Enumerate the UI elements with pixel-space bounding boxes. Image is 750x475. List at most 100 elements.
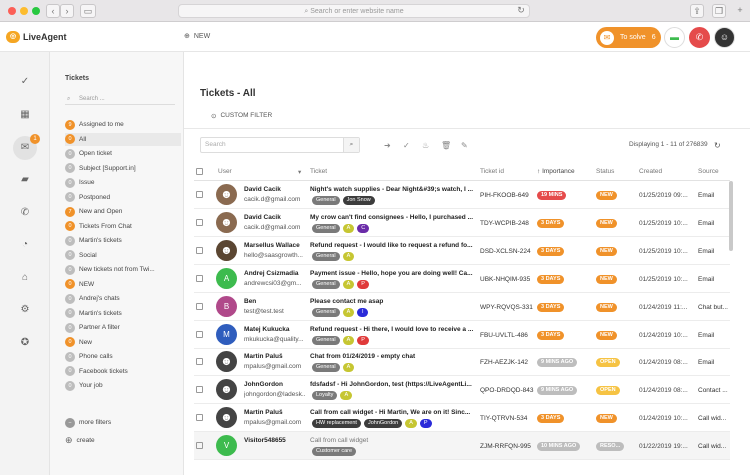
sidebar-filter-item[interactable]: 0 New tickets not from Twi... — [65, 263, 181, 276]
tabs-icon[interactable]: ❐ — [712, 4, 726, 18]
address-bar[interactable]: ⌕ Search or enter website name — [178, 4, 530, 18]
ticket-tag[interactable]: Jon Snow — [342, 196, 375, 205]
ticket-tag[interactable]: Customer care — [312, 447, 357, 457]
ticket-tag[interactable]: General — [312, 279, 340, 289]
ticket-row[interactable]: ☻ Martin Paluš mpalus@gmail.com Call from c… — [194, 404, 730, 433]
row-checkbox[interactable] — [196, 414, 203, 422]
reports-icon[interactable]: ◔ — [13, 233, 37, 257]
ticket-tag[interactable]: Loyalty — [312, 391, 338, 401]
create-filter-link[interactable]: ⊕ create — [65, 434, 181, 447]
filter-search-input[interactable]: ⌕ Search ... — [65, 93, 175, 105]
ticket-subject[interactable]: Call from call widget - Hi Martin, We ar… — [310, 409, 476, 416]
close-window-button[interactable] — [8, 7, 16, 15]
row-checkbox[interactable] — [196, 442, 203, 450]
ticket-tag[interactable]: General — [312, 363, 340, 373]
new-button[interactable]: ⊕ NEW — [184, 32, 210, 41]
sidebar-filter-item[interactable]: 0 Martin's tickets — [65, 234, 181, 247]
more-filters-link[interactable]: − more filters — [65, 416, 181, 429]
to-solve-button[interactable]: ✉ To solve 6 — [596, 27, 661, 48]
ticket-row[interactable]: B Ben test@test.test Please contact me asap… — [194, 293, 730, 321]
ticket-tag[interactable]: C — [357, 223, 370, 233]
ticket-tag[interactable]: A — [342, 335, 355, 345]
dashboard-icon[interactable]: ▦ — [13, 103, 37, 127]
ticket-subject[interactable]: Refund request - I would like to request… — [310, 242, 476, 249]
tickets-icon[interactable]: ✉ 1 — [13, 134, 40, 160]
user-avatar[interactable]: ☺ — [714, 27, 735, 48]
ticket-tag[interactable]: P — [419, 419, 432, 429]
sidebar-filter-item[interactable]: 0 Open ticket — [65, 147, 181, 160]
sidebar-filter-item[interactable]: 0 Tickets From Chat — [65, 220, 181, 233]
chat-icon[interactable]: ▰ — [13, 168, 37, 192]
magic-icon[interactable]: ✎ — [461, 141, 468, 150]
reload-icon[interactable]: ↻ — [514, 4, 528, 18]
ticket-subject[interactable]: Chat from 01/24/2019 - empty chat — [310, 353, 476, 360]
ticket-subject[interactable]: fdsfadsf - Hi JohnGordon, test (https://… — [310, 381, 476, 388]
row-checkbox[interactable] — [196, 218, 203, 226]
row-checkbox[interactable] — [196, 246, 203, 254]
ticket-subject[interactable]: Call from call widget — [310, 437, 476, 444]
refresh-icon[interactable]: ↻ — [714, 141, 721, 150]
ticket-tag[interactable]: I — [357, 307, 369, 317]
row-checkbox[interactable] — [196, 358, 203, 366]
phone-icon[interactable]: ✆ — [13, 201, 37, 225]
liveagent-logo[interactable]: ◎ LiveAgent — [6, 31, 67, 43]
ticket-row[interactable]: ☻ Martin Paluš mpalus@gmail.com Chat from 0… — [194, 348, 730, 377]
sidebar-filter-item[interactable]: 0 Postponed — [65, 191, 181, 204]
knowledgebase-icon[interactable]: ⌂ — [13, 266, 37, 290]
delete-icon[interactable]: 🗑 — [441, 141, 451, 150]
sidebar-filter-item[interactable]: 0 Martin's tickets — [65, 307, 181, 320]
sidebar-filter-item[interactable]: 7 New and Open — [65, 205, 181, 218]
forward-icon[interactable]: ➜ — [384, 141, 391, 150]
ticket-row[interactable]: V Visitor548655 Call from call widget Custo… — [194, 432, 730, 461]
ticket-row[interactable]: ☻ David Cacik cacik.d@gmail.com My crow can… — [194, 209, 730, 237]
priority-icon[interactable]: ♨ — [422, 141, 429, 150]
sidebar-filter-item[interactable]: 0 Andrej's chats — [65, 292, 181, 305]
ticket-search-input[interactable]: Search ⌕ — [200, 137, 360, 153]
row-checkbox[interactable] — [196, 274, 203, 282]
sidebar-filter-item[interactable]: 0 Your job — [65, 379, 181, 392]
ticket-tag[interactable]: A — [405, 419, 417, 429]
column-importance[interactable]: ↑ Importance — [537, 168, 575, 175]
sidebar-toggle-icon[interactable]: ▭ — [80, 4, 96, 18]
sidebar-filter-item[interactable]: 0 Facebook tickets — [65, 365, 181, 378]
share-icon[interactable]: ⇪ — [690, 4, 704, 18]
sidebar-filter-item[interactable]: 0 Partner A filter — [65, 321, 181, 334]
ticket-tag[interactable]: A — [342, 223, 355, 233]
resolve-icon[interactable]: ✓ — [403, 141, 410, 150]
ticket-row[interactable]: ☻ David Cacik cacik.d@gmail.com Night's wat… — [194, 181, 730, 209]
sidebar-filter-item[interactable]: 0 NEW — [65, 278, 181, 291]
ticket-tag[interactable]: General — [312, 223, 340, 233]
ticket-tag[interactable]: General — [312, 335, 340, 345]
ticket-subject[interactable]: Please contact me asap — [310, 298, 476, 305]
sidebar-filter-item[interactable]: 0 Social — [65, 249, 181, 262]
ticket-row[interactable]: ☻ JohnGordon johngordon@ladesk... fdsfadsf … — [194, 376, 730, 405]
ticket-subject[interactable]: Refund request - Hi there, I would love … — [310, 326, 476, 333]
table-scrollbar[interactable] — [729, 181, 733, 251]
ticket-tag[interactable]: General — [312, 251, 340, 261]
column-created[interactable]: Created — [639, 168, 662, 175]
custom-filter-button[interactable]: ⊙ CUSTOM FILTER — [211, 112, 272, 120]
row-checkbox[interactable] — [196, 191, 203, 198]
ticket-row[interactable]: M Matej Kukucka mkukucka@quality... Refund … — [194, 321, 730, 349]
ticket-tag[interactable]: General — [312, 196, 340, 205]
ticket-subject[interactable]: Night's watch supplies - Dear Night&#39;… — [310, 186, 476, 193]
column-ticket-id[interactable]: Ticket id — [480, 168, 504, 175]
ticket-row[interactable]: A Andrej Csizmadia andrewcsi03@gm... Paymen… — [194, 265, 730, 293]
zoom-window-button[interactable] — [32, 7, 40, 15]
ticket-tag[interactable]: General — [312, 307, 340, 317]
minimize-window-button[interactable] — [20, 7, 28, 15]
sidebar-filter-item[interactable]: 9 Assigned to me — [65, 118, 181, 131]
ticket-tag[interactable]: A — [342, 251, 355, 261]
back-button[interactable]: ‹ — [46, 4, 60, 18]
settings-icon[interactable]: ⚙ — [13, 298, 37, 322]
sort-user-icon[interactable]: ▾ — [298, 168, 301, 176]
check-icon[interactable]: ✓ — [13, 70, 37, 94]
ticket-tag[interactable]: HW replacement — [312, 419, 361, 429]
ticket-tag[interactable]: A — [342, 279, 355, 289]
sidebar-filter-item[interactable]: 0 All — [65, 132, 181, 146]
ticket-tag[interactable]: A — [342, 363, 355, 373]
search-icon[interactable]: ⌕ — [343, 138, 359, 152]
column-ticket[interactable]: Ticket — [310, 168, 327, 175]
row-checkbox[interactable] — [196, 330, 203, 338]
phone-button[interactable]: ✆ — [689, 27, 710, 48]
